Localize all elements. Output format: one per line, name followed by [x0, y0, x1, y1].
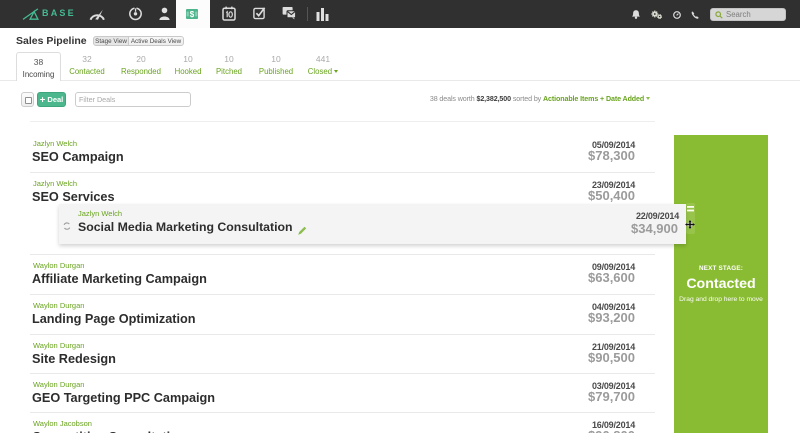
svg-text:$: $ [190, 10, 195, 19]
